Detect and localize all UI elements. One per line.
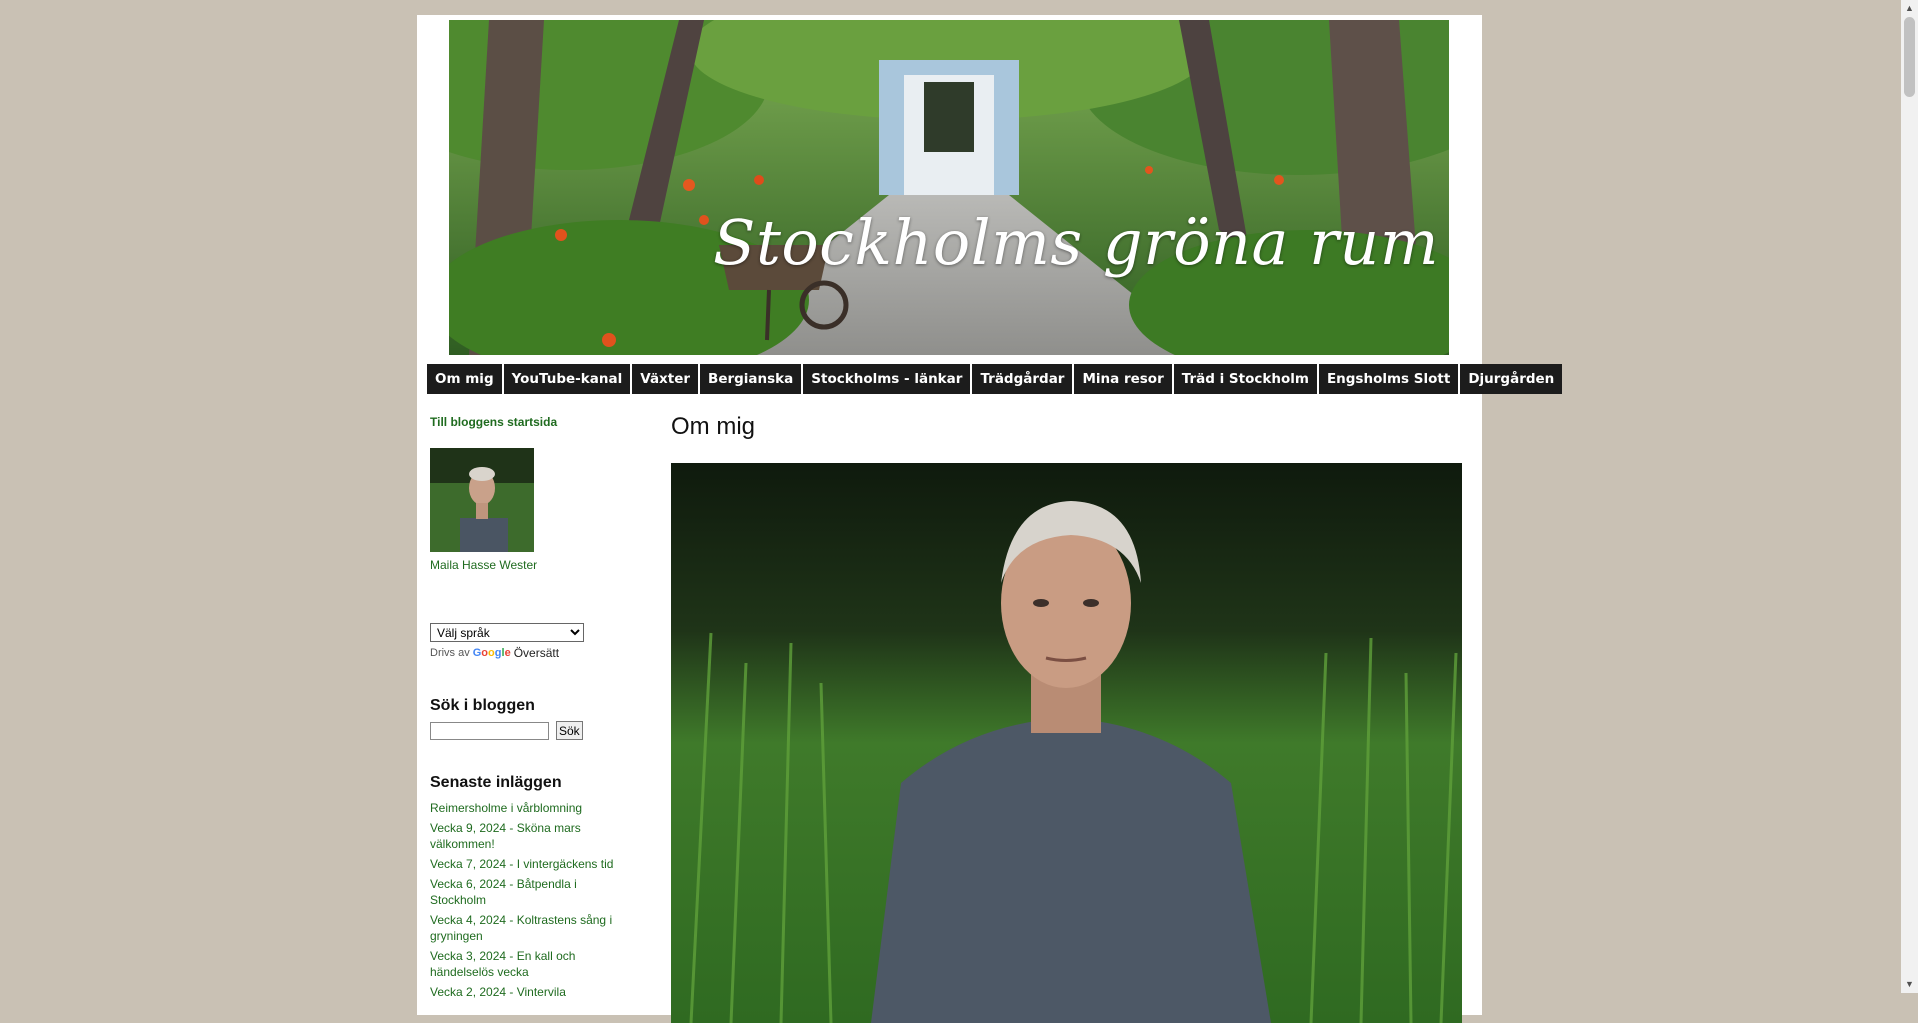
- translate-link[interactable]: Översätt: [514, 646, 559, 660]
- recent-post-link[interactable]: Vecka 6, 2024 - Båtpendla i Stockholm: [430, 877, 577, 907]
- tab-vaxter[interactable]: Växter: [632, 364, 699, 394]
- language-select[interactable]: Välj språk: [430, 623, 584, 642]
- list-item: Vecka 3, 2024 - En kall och händelselös …: [430, 948, 620, 980]
- search-form: Sök: [430, 721, 635, 740]
- powered-by-label: Drivs av: [430, 647, 470, 659]
- tab-stockholms-lankar[interactable]: Stockholms - länkar: [803, 364, 971, 394]
- site-title: Stockholms gröna rum: [712, 206, 1439, 279]
- recent-post-link[interactable]: Vecka 9, 2024 - Sköna mars välkommen!: [430, 821, 581, 851]
- sidebar: Till bloggens startsida Maila Hasse West…: [430, 415, 635, 1004]
- list-item: Vecka 7, 2024 - I vintergäckens tid: [430, 856, 620, 872]
- author-photo: [430, 448, 534, 552]
- tab-djurgarden[interactable]: Djurgården: [1460, 364, 1563, 394]
- home-link[interactable]: Till bloggens startsida: [430, 415, 635, 429]
- author-name-link[interactable]: Maila Hasse Wester: [430, 558, 635, 572]
- recent-post-link[interactable]: Vecka 3, 2024 - En kall och händelselös …: [430, 949, 575, 979]
- list-item: Vecka 4, 2024 - Koltrastens sång i gryni…: [430, 912, 620, 944]
- list-item: Vecka 6, 2024 - Båtpendla i Stockholm: [430, 876, 620, 908]
- list-item: Reimersholme i vårblomning: [430, 800, 620, 816]
- tab-mina-resor[interactable]: Mina resor: [1074, 364, 1172, 394]
- tab-trad-i-stockholm[interactable]: Träd i Stockholm: [1173, 364, 1317, 394]
- tab-engsholms-slott[interactable]: Engsholms Slott: [1318, 364, 1459, 394]
- tab-youtube-kanal[interactable]: YouTube-kanal: [503, 364, 631, 394]
- recent-post-link[interactable]: Vecka 2, 2024 - Vintervila: [430, 985, 566, 999]
- header-banner[interactable]: Stockholms gröna rum: [449, 20, 1449, 355]
- post-title: Om mig: [671, 413, 755, 440]
- search-input[interactable]: [430, 721, 549, 740]
- list-item: Vecka 2, 2024 - Vintervila: [430, 984, 620, 1000]
- scroll-down-icon[interactable]: ▼: [1901, 976, 1918, 993]
- powered-by-google: Drivs av Google Översätt: [430, 646, 635, 660]
- portrait-photo: [671, 463, 1462, 1023]
- page-container: Stockholms gröna rum Om mig YouTube-kana…: [417, 15, 1563, 1023]
- scroll-thumb[interactable]: [1904, 17, 1915, 97]
- scroll-up-icon[interactable]: ▲: [1901, 0, 1918, 17]
- recent-post-link[interactable]: Vecka 7, 2024 - I vintergäckens tid: [430, 857, 613, 871]
- tab-bergianska[interactable]: Bergianska: [700, 364, 802, 394]
- author-avatar[interactable]: [430, 448, 534, 552]
- recent-post-link[interactable]: Reimersholme i vårblomning: [430, 801, 582, 815]
- recent-posts-title: Senaste inläggen: [430, 774, 562, 791]
- search-button[interactable]: Sök: [556, 721, 583, 740]
- main-navigation: Om mig YouTube-kanal Växter Bergianska S…: [427, 364, 1563, 394]
- recent-posts-list: Reimersholme i vårblomning Vecka 9, 2024…: [430, 800, 620, 1000]
- google-logo: Google: [472, 647, 511, 659]
- search-widget-title: Sök i bloggen: [430, 697, 535, 714]
- list-item: Vecka 9, 2024 - Sköna mars välkommen!: [430, 820, 620, 852]
- post-image: [671, 463, 1462, 1023]
- recent-post-link[interactable]: Vecka 4, 2024 - Koltrastens sång i gryni…: [430, 913, 612, 943]
- tab-om-mig[interactable]: Om mig: [427, 364, 502, 394]
- page-scrollbar[interactable]: ▲ ▼: [1901, 0, 1918, 993]
- tab-tradgardar[interactable]: Trädgårdar: [972, 364, 1073, 394]
- garden-banner-image: [449, 20, 1449, 355]
